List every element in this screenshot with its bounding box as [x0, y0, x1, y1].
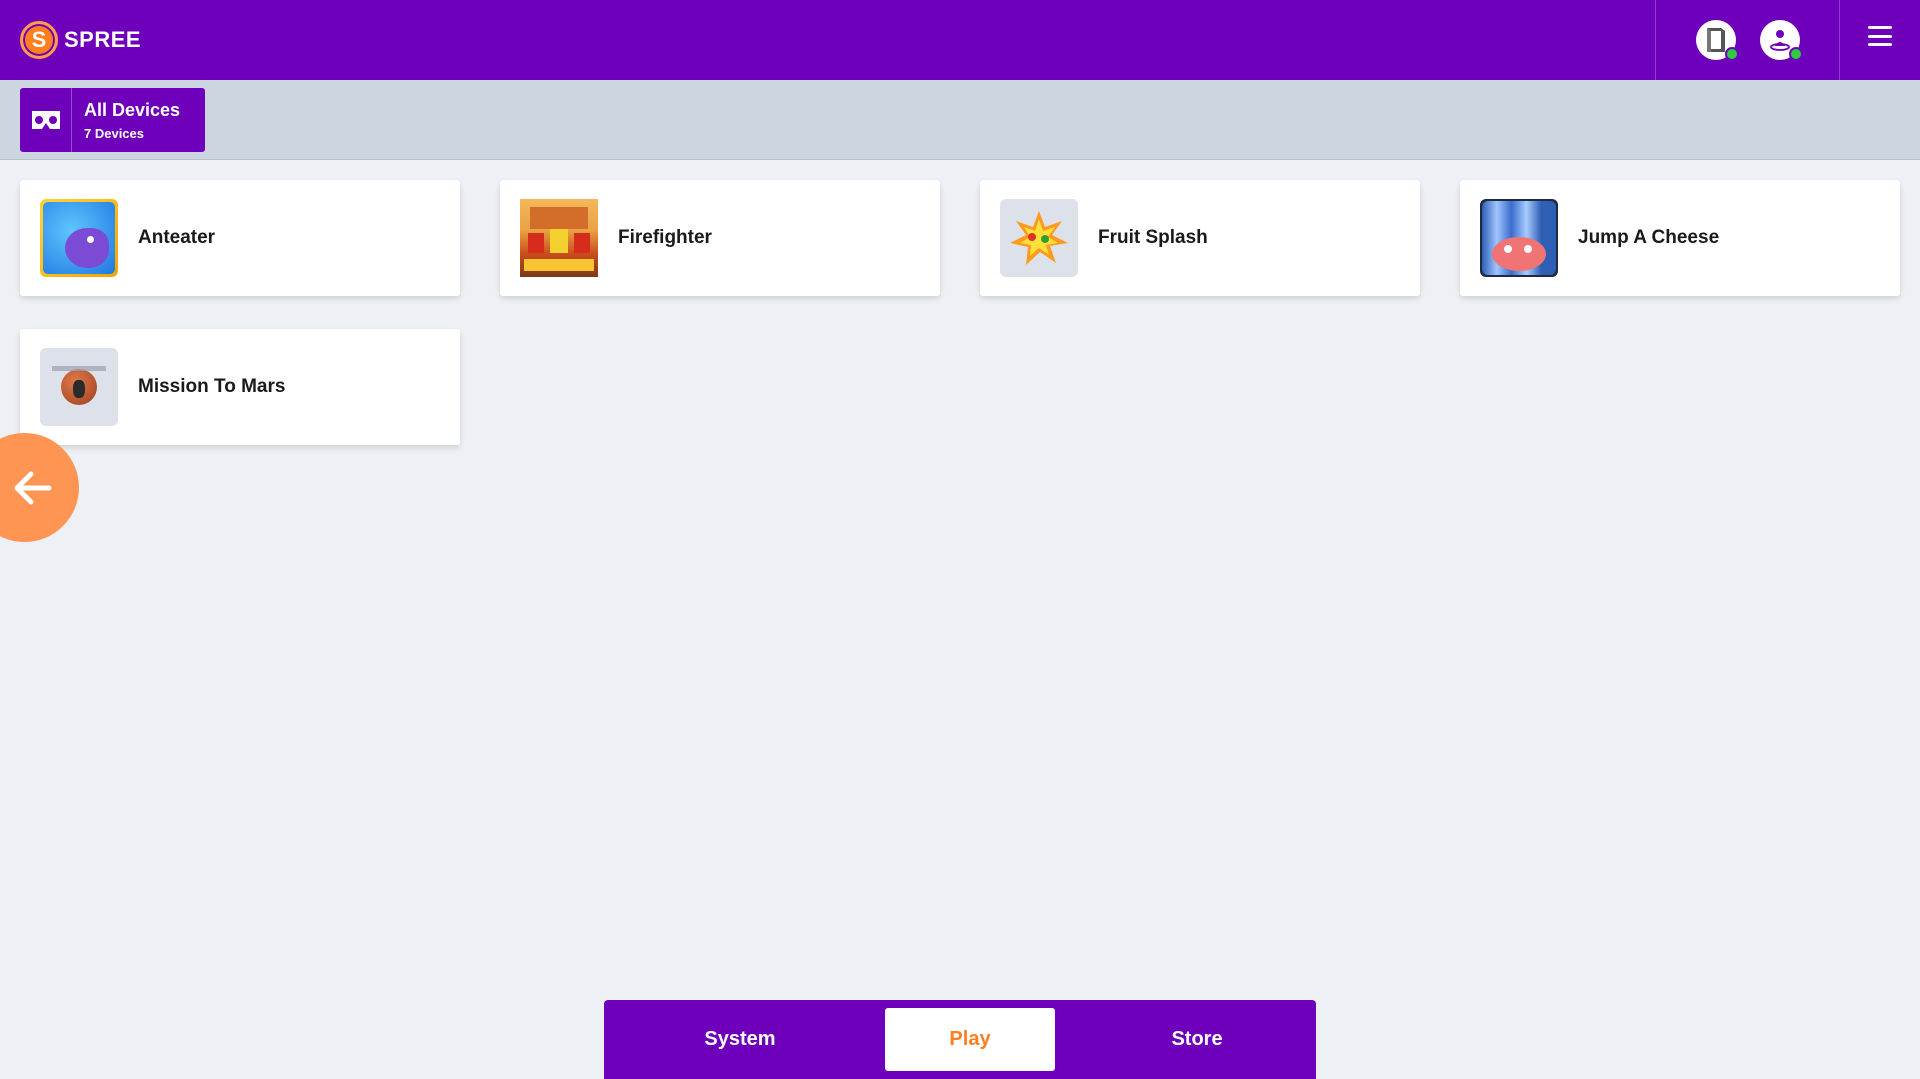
game-title: Jump A Cheese — [1578, 227, 1720, 248]
vr-user-icon — [1770, 30, 1790, 51]
user-status-button[interactable] — [1760, 20, 1803, 61]
hamburger-menu-icon[interactable] — [1868, 26, 1892, 46]
game-title: Mission To Mars — [138, 376, 286, 397]
game-card-jump-a-cheese[interactable]: Jump A Cheese — [1460, 180, 1900, 296]
logo-text: SPREE — [64, 27, 142, 52]
game-title: Anteater — [138, 227, 216, 248]
spree-logo[interactable]: S SPREE — [20, 20, 141, 60]
game-title: Fruit Splash — [1098, 227, 1208, 248]
online-status-dot — [1789, 47, 1803, 61]
device-bar: All Devices 7 Devices — [0, 80, 1920, 160]
fruit-splash-thumbnail — [1000, 199, 1078, 277]
back-button[interactable] — [0, 433, 79, 542]
logo-badge: S — [20, 21, 58, 59]
tab-store[interactable]: Store — [1112, 1008, 1282, 1071]
tab-play[interactable]: Play — [885, 1008, 1055, 1071]
headset-status-button[interactable] — [1696, 20, 1739, 61]
anteater-thumbnail — [40, 199, 118, 277]
top-bar: S SPREE — [0, 0, 1920, 80]
vr-headset-icon — [20, 88, 72, 152]
game-card-anteater[interactable]: Anteater — [20, 180, 460, 296]
game-card-firefighter[interactable]: Firefighter — [500, 180, 940, 296]
mission-to-mars-thumbnail — [40, 348, 118, 426]
firefighter-thumbnail — [520, 199, 598, 277]
arrow-left-icon — [14, 471, 52, 504]
device-count: 7 Devices — [84, 126, 144, 141]
bottom-navigation: System Play Store — [604, 1000, 1316, 1079]
topbar-divider — [1655, 0, 1656, 80]
game-card-mission-to-mars[interactable]: Mission To Mars — [20, 329, 460, 445]
jump-a-cheese-thumbnail — [1480, 199, 1558, 277]
game-card-fruit-splash[interactable]: Fruit Splash — [980, 180, 1420, 296]
game-title: Firefighter — [618, 227, 712, 248]
all-devices-selector[interactable]: All Devices 7 Devices — [20, 88, 205, 152]
tab-system[interactable]: System — [655, 1008, 825, 1071]
device-selector-title: All Devices — [84, 100, 181, 120]
online-status-dot — [1725, 47, 1739, 61]
topbar-divider — [1839, 0, 1840, 80]
